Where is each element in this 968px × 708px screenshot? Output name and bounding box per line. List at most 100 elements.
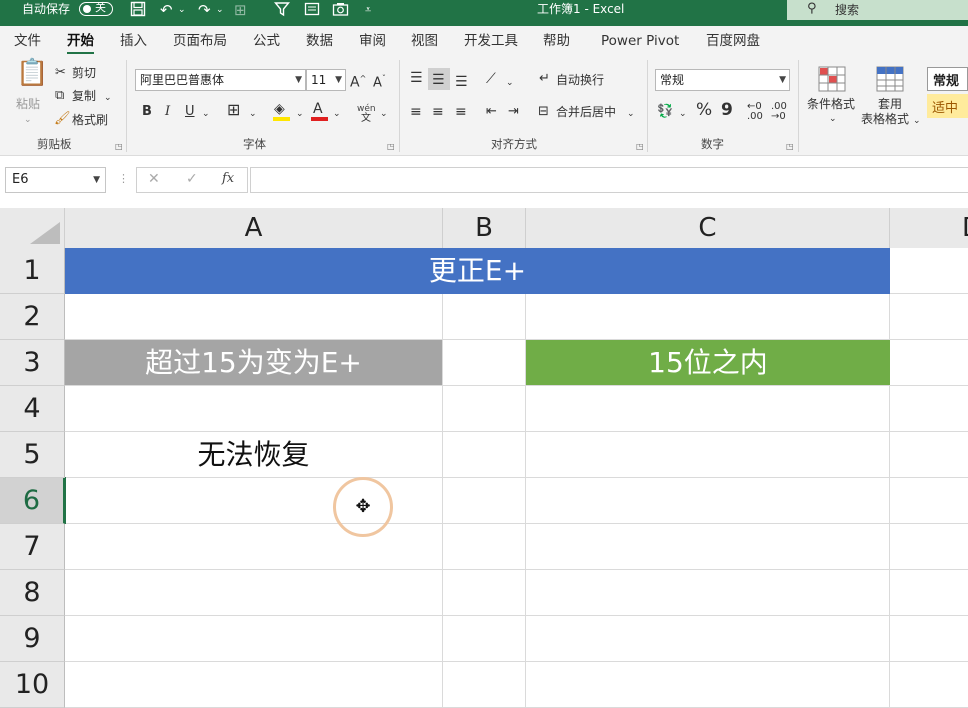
increase-indent-icon[interactable]: ⇥ <box>508 103 519 121</box>
currency-dropdown-icon[interactable]: ⌄ <box>679 106 687 122</box>
customize-toolbar-icon[interactable]: ⩡ <box>365 1 371 19</box>
format-painter-icon[interactable]: 🖌 <box>54 110 71 128</box>
cut-label[interactable]: 剪切 <box>72 65 96 81</box>
format-as-table-line2[interactable]: 表格格式 <box>861 111 909 127</box>
align-bottom-icon[interactable]: ☰ <box>455 73 468 91</box>
underline-dropdown-icon[interactable]: ⌄ <box>202 106 210 122</box>
decrease-indent-icon[interactable]: ⇤ <box>486 103 497 121</box>
row-header-7[interactable]: 7 <box>0 524 65 570</box>
align-center-icon[interactable]: ≡ <box>432 103 444 121</box>
autosave-toggle[interactable]: 关 <box>79 1 113 16</box>
paste-dropdown-icon[interactable]: ⌄ <box>24 112 32 128</box>
tab-view[interactable]: 视图 <box>411 32 438 50</box>
cut-icon[interactable]: ✂ <box>55 64 66 82</box>
number-format-select[interactable]: 常规 ▼ <box>655 69 790 91</box>
conditional-format-icon[interactable] <box>818 66 846 97</box>
paste-label[interactable]: 粘贴 <box>16 96 40 112</box>
align-middle-icon[interactable]: ☰ <box>432 71 445 89</box>
orientation-dropdown-icon[interactable]: ⌄ <box>506 75 514 91</box>
row-header-10[interactable]: 10 <box>0 662 65 708</box>
fill-color-icon[interactable]: ◈ <box>274 100 285 118</box>
merge-dropdown-icon[interactable]: ⌄ <box>627 106 635 122</box>
copy-label[interactable]: 复制 <box>72 88 96 104</box>
align-left-icon[interactable]: ≡ <box>410 103 422 121</box>
increase-decimal-icon[interactable]: ←0.00 <box>747 102 763 122</box>
cell-a1-merged[interactable]: 更正E+ <box>65 248 890 294</box>
redo-dropdown-icon[interactable]: ⌄ <box>216 1 224 19</box>
align-top-icon[interactable]: ☰ <box>410 69 423 87</box>
merge-center-icon[interactable]: ⊟ <box>538 103 549 121</box>
undo-icon[interactable]: ↶ <box>160 1 173 19</box>
tab-home[interactable]: 开始 <box>67 32 94 55</box>
decrease-decimal-icon[interactable]: .00 →0 <box>771 102 787 122</box>
tab-data[interactable]: 数据 <box>306 32 333 50</box>
tab-developer[interactable]: 开发工具 <box>464 32 518 50</box>
merge-center-button[interactable]: 合并后居中 <box>556 104 616 120</box>
phonetic-icon[interactable]: 文 <box>361 111 371 127</box>
tab-file[interactable]: 文件 <box>14 32 41 50</box>
row-header-4[interactable]: 4 <box>0 386 65 432</box>
alignment-launcher-icon[interactable]: ◳ <box>636 142 644 151</box>
conditional-format-button[interactable]: 条件格式 <box>807 96 855 112</box>
number-launcher-icon[interactable]: ◳ <box>786 142 794 151</box>
tab-formulas[interactable]: 公式 <box>253 32 280 50</box>
tab-help[interactable]: 帮助 <box>543 32 570 50</box>
comma-button[interactable]: 9 <box>721 101 733 119</box>
cell-a3[interactable]: 超过15为变为E+ <box>65 340 442 385</box>
style-normal-tile[interactable]: 常规 <box>927 67 968 91</box>
align-right-icon[interactable]: ≡ <box>455 103 467 121</box>
conditional-format-dropdown-icon[interactable]: ⌄ <box>829 111 837 127</box>
row-header-8[interactable]: 8 <box>0 570 65 616</box>
filter-icon[interactable] <box>274 1 290 21</box>
style-neutral-tile[interactable]: 适中 <box>927 94 968 118</box>
bold-button[interactable]: B <box>142 103 152 121</box>
enter-button[interactable]: ✓ <box>186 171 198 187</box>
splitter-dots-icon[interactable]: ⋮ <box>118 172 129 185</box>
shrink-font-icon[interactable]: Aˇ <box>373 70 386 92</box>
paste-icon[interactable]: 📋 <box>16 60 48 86</box>
select-all-button[interactable] <box>0 208 65 248</box>
tab-baidu-netdisk[interactable]: 百度网盘 <box>706 32 760 50</box>
copy-dropdown-icon[interactable]: ⌄ <box>104 90 112 106</box>
format-painter-label[interactable]: 格式刷 <box>72 112 108 128</box>
camera-icon[interactable] <box>332 1 349 21</box>
percent-button[interactable]: % <box>696 101 712 119</box>
column-header-b[interactable]: B <box>443 208 526 248</box>
fill-color-dropdown-icon[interactable]: ⌄ <box>296 106 304 122</box>
save-icon[interactable] <box>130 1 146 21</box>
form-icon[interactable] <box>304 1 320 21</box>
column-header-c[interactable]: C <box>526 208 890 248</box>
wrap-text-button[interactable]: 自动换行 <box>556 72 604 88</box>
format-as-table-dropdown-icon[interactable]: ⌄ <box>913 113 921 129</box>
search-box[interactable]: ⚲ 搜索 <box>787 0 968 20</box>
cancel-button[interactable]: ✕ <box>148 171 160 187</box>
currency-icon[interactable]: 💱 <box>657 103 673 121</box>
font-launcher-icon[interactable]: ◳ <box>387 142 395 151</box>
font-size-select[interactable]: 11 ▼ <box>306 69 346 91</box>
column-header-a[interactable]: A <box>65 208 443 248</box>
table-icon[interactable]: ⊞ <box>234 1 247 19</box>
border-icon[interactable]: ⊞ <box>227 101 240 119</box>
chevron-down-icon[interactable]: ▼ <box>93 168 100 192</box>
font-color-icon[interactable]: A <box>313 100 323 118</box>
format-as-table-icon[interactable] <box>876 66 904 97</box>
formula-input[interactable] <box>250 167 968 193</box>
cell-c3[interactable]: 15位之内 <box>526 340 890 385</box>
format-as-table-line1[interactable]: 套用 <box>878 96 902 112</box>
row-header-6[interactable]: 6 <box>0 478 65 524</box>
clipboard-launcher-icon[interactable]: ◳ <box>115 142 123 151</box>
font-color-dropdown-icon[interactable]: ⌄ <box>333 106 341 122</box>
orientation-icon[interactable]: ⟋ <box>486 70 496 88</box>
row-header-5[interactable]: 5 <box>0 432 65 478</box>
wrap-text-icon[interactable]: ↵ <box>539 70 550 88</box>
name-box[interactable]: E6 ▼ <box>5 167 106 193</box>
copy-icon[interactable]: ⧉ <box>55 87 64 105</box>
row-header-9[interactable]: 9 <box>0 616 65 662</box>
border-dropdown-icon[interactable]: ⌄ <box>249 106 257 122</box>
row-header-1[interactable]: 1 <box>0 248 65 294</box>
row-header-2[interactable]: 2 <box>0 294 65 340</box>
redo-icon[interactable]: ↷ <box>198 1 211 19</box>
tab-review[interactable]: 审阅 <box>359 32 386 50</box>
tab-power-pivot[interactable]: Power Pivot <box>601 32 679 50</box>
insert-function-button[interactable]: fx <box>222 171 234 186</box>
